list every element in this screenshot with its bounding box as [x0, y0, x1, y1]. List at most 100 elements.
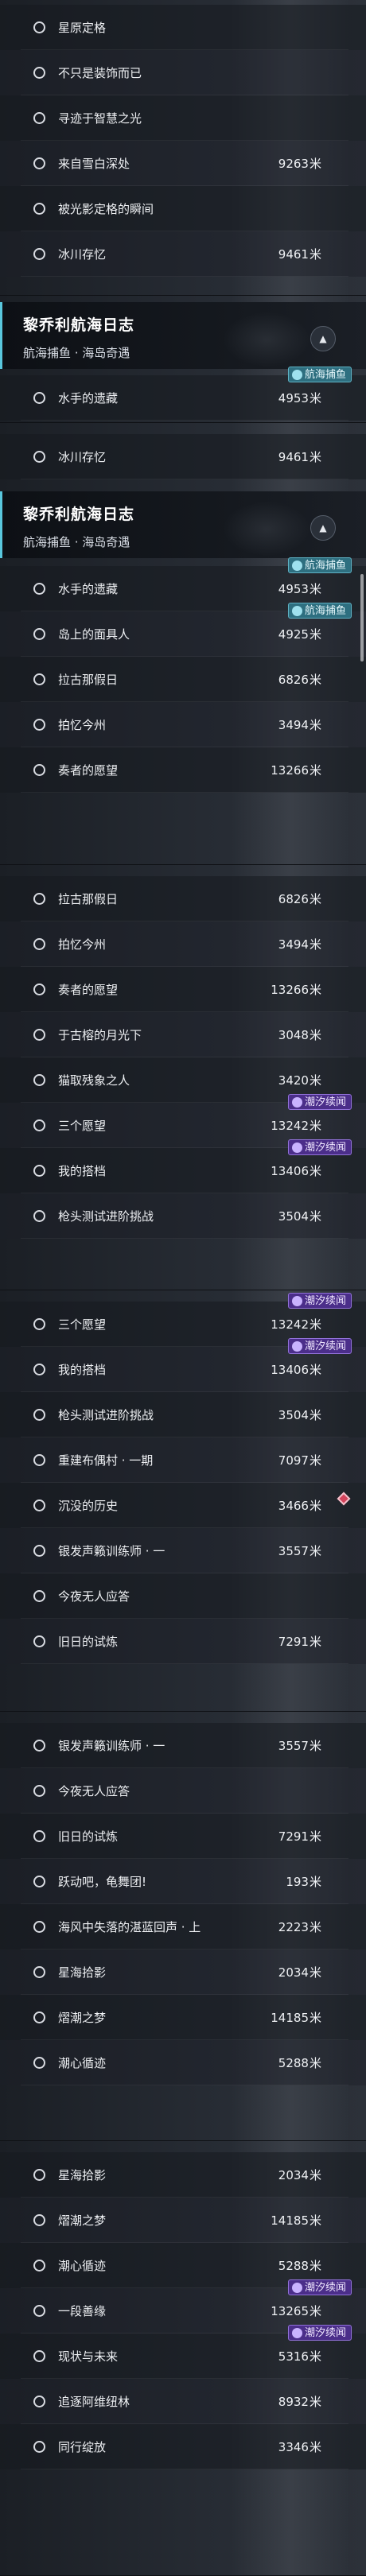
quest-name: 于古榕的月光下	[58, 1028, 142, 1042]
quest-row[interactable]: 拍忆今州 3494米	[0, 921, 366, 967]
quest-distance: 3504米	[278, 1209, 321, 1224]
quest-distance: 13266米	[271, 983, 321, 997]
quest-row[interactable]: 今夜无人应答	[0, 1573, 366, 1619]
circle-bullet-icon	[33, 2214, 45, 2226]
quest-row[interactable]: 银发声籁训练师 · 一 3557米	[0, 1528, 366, 1573]
quest-name: 星原定格	[58, 21, 107, 35]
quest-row[interactable]: 潮心循迹 5288米	[0, 2040, 366, 2085]
quest-row[interactable]: 岛上的面具人 4925米 航海捕鱼	[0, 603, 366, 657]
quest-row[interactable]: 同行绽放 3346米	[0, 2424, 366, 2469]
quest-row[interactable]: 星原定格	[0, 5, 366, 50]
quest-row[interactable]: 熠潮之梦 14185米	[0, 2198, 366, 2243]
quest-row[interactable]: 枪头测试进阶挑战 3504米	[0, 1193, 366, 1239]
quest-name: 沉没的历史	[58, 1499, 119, 1513]
distance-unit: 米	[309, 1363, 321, 1377]
quest-row[interactable]: 冰川存忆 9461米	[0, 231, 366, 277]
wave-icon	[291, 1341, 302, 1352]
circle-bullet-icon	[33, 983, 45, 995]
quest-name: 潮心循迹	[58, 2259, 107, 2273]
circle-bullet-icon	[33, 583, 45, 595]
wave-icon	[291, 1143, 302, 1153]
quest-row[interactable]: 熠潮之梦 14185米	[0, 1995, 366, 2040]
quest-row[interactable]: 银发声籁训练师 · 一 3557米	[0, 1723, 366, 1768]
quest-row[interactable]: 被光影定格的瞬间	[0, 186, 366, 231]
wave-icon	[291, 2328, 302, 2338]
quest-row[interactable]: 水手的遗藏 4953米 航海捕鱼	[0, 367, 366, 421]
quest-name: 星海拾影	[58, 2168, 107, 2182]
quest-name: 一段善缘	[58, 2304, 107, 2318]
quest-name: 冰川存忆	[58, 450, 107, 464]
voyage-log-header[interactable]: 黎乔利航海日志 航海捕鱼 · 海岛奇遇 ▲	[0, 302, 366, 369]
scrollbar-thumb[interactable]	[360, 574, 364, 661]
distance-unit: 米	[309, 763, 321, 778]
quest-distance: 13406米	[271, 1363, 321, 1377]
quest-distance: 13242米	[271, 1317, 321, 1332]
wave-icon	[291, 2283, 302, 2293]
circle-bullet-icon	[33, 2057, 45, 2069]
distance-unit: 米	[309, 983, 321, 997]
distance-unit: 米	[309, 1028, 321, 1042]
quest-row[interactable]: 冰川存忆 9461米	[0, 434, 366, 479]
distance-unit: 米	[309, 247, 321, 262]
distance-unit: 米	[309, 2304, 321, 2318]
distance-unit: 米	[309, 1920, 321, 1934]
circle-bullet-icon	[33, 1454, 45, 1466]
quest-distance: 4925米	[278, 627, 321, 642]
quest-distance: 13406米	[271, 1164, 321, 1178]
quest-row[interactable]: 寻迹于智慧之光	[0, 95, 366, 141]
quest-row[interactable]: 追逐阿维纽林 8932米	[0, 2379, 366, 2424]
quest-name: 潮心循迹	[58, 2056, 107, 2070]
chevron-up-icon[interactable]: ▲	[310, 515, 336, 541]
quest-distance: 4953米	[278, 391, 321, 405]
quest-row[interactable]: 今夜无人应答	[0, 1768, 366, 1814]
quest-row[interactable]: 不只是装饰而已	[0, 50, 366, 95]
quest-row[interactable]: 奏者的愿望 13266米	[0, 967, 366, 1012]
quest-row[interactable]: 拍忆今州 3494米	[0, 702, 366, 747]
quest-row[interactable]: 星海拾影 2034米	[0, 1949, 366, 1995]
quest-row[interactable]: 重建布偶村 · 一期 7097米	[0, 1437, 366, 1483]
quest-name: 追逐阿维纽林	[58, 2395, 130, 2409]
tracked-quest-marker-icon	[337, 1492, 351, 1506]
quest-row[interactable]: 于古榕的月光下 3048米	[0, 1012, 366, 1057]
voyage-fishing-badge: 航海捕鱼	[287, 557, 352, 573]
quest-distance: 2223米	[278, 1920, 321, 1934]
distance-unit: 米	[309, 2259, 321, 2273]
circle-bullet-icon	[33, 1210, 45, 1222]
quest-name: 被光影定格的瞬间	[58, 202, 154, 216]
quest-row[interactable]: 奏者的愿望 13266米	[0, 747, 366, 793]
quest-name: 三个愿望	[58, 1119, 107, 1133]
quest-name: 星海拾影	[58, 1965, 107, 1980]
quest-row[interactable]: 旧日的试炼 7291米	[0, 1619, 366, 1664]
voyage-log-header[interactable]: 黎乔利航海日志 航海捕鱼 · 海岛奇遇 ▲	[0, 491, 366, 558]
circle-bullet-icon	[33, 1119, 45, 1131]
quest-row[interactable]: 跃动吧，龟舞团! 193米	[0, 1859, 366, 1904]
circle-bullet-icon	[33, 1590, 45, 1602]
circle-bullet-icon	[33, 1876, 45, 1887]
quest-row[interactable]: 我的搭档 13406米 潮汐续闻	[0, 1338, 366, 1392]
circle-bullet-icon	[33, 1635, 45, 1647]
circle-bullet-icon	[33, 764, 45, 776]
quest-row[interactable]: 拉古那假日 6826米	[0, 876, 366, 921]
quest-distance: 14185米	[271, 2213, 321, 2228]
circle-bullet-icon	[33, 112, 45, 124]
quest-row[interactable]: 星海拾影 2034米	[0, 2152, 366, 2198]
quest-row[interactable]: 沉没的历史 3466米	[0, 1483, 366, 1528]
quest-row[interactable]: 我的搭档 13406米 潮汐续闻	[0, 1139, 366, 1193]
quest-name: 熠潮之梦	[58, 2011, 107, 2025]
tide-rumor-badge: 潮汐续闻	[287, 2325, 352, 2341]
quest-row[interactable]: 海风中失落的湛蓝回声 · 上 2223米	[0, 1904, 366, 1949]
quest-name: 奏者的愿望	[58, 983, 119, 997]
quest-row[interactable]: 来自雪白深处 9263米	[0, 141, 366, 186]
quest-row[interactable]: 枪头测试进阶挑战 3504米	[0, 1392, 366, 1437]
circle-bullet-icon	[33, 2012, 45, 2023]
quest-distance: 3504米	[278, 1408, 321, 1422]
quest-row[interactable]: 现状与未来 5316米 潮汐续闻	[0, 2325, 366, 2379]
quest-row[interactable]: 旧日的试炼 7291米	[0, 1814, 366, 1859]
quest-distance: 13242米	[271, 1119, 321, 1133]
quest-row[interactable]: 拉古那假日 6826米	[0, 657, 366, 702]
circle-bullet-icon	[33, 203, 45, 215]
quest-name: 旧日的试炼	[58, 1635, 119, 1649]
chevron-up-icon[interactable]: ▲	[310, 326, 336, 351]
quest-distance: 3466米	[278, 1499, 321, 1513]
circle-bullet-icon	[33, 157, 45, 169]
